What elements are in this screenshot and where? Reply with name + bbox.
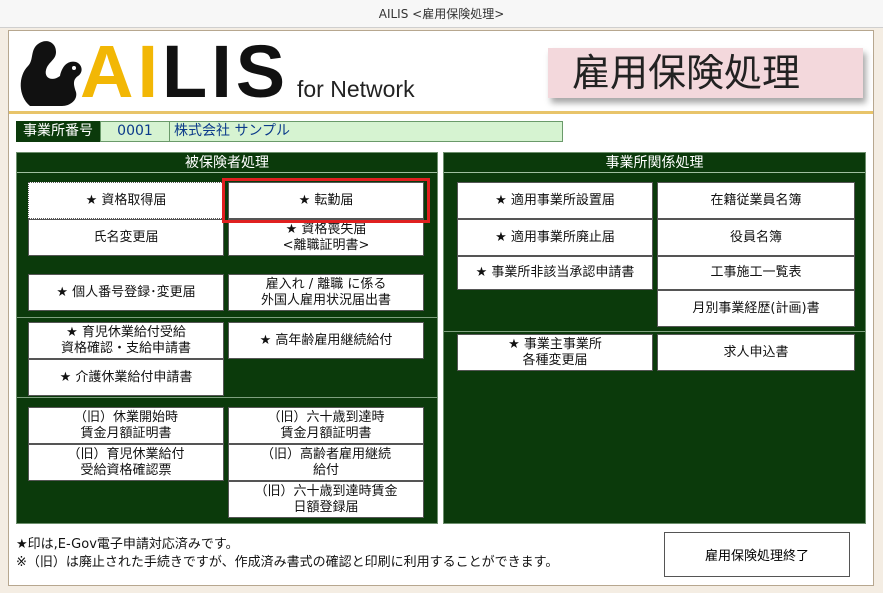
note-legacy: ※（旧）は廃止された手続きですが、作成済み書式の確認と印刷に利用することができま… bbox=[16, 555, 559, 570]
logo-subtitle: for Network bbox=[297, 76, 415, 102]
panel-divider bbox=[444, 331, 865, 332]
window-title: AILIS <雇用保険処理> bbox=[0, 0, 883, 28]
note-egov: ★印は,E-Gov電子申請対応済みです。 bbox=[16, 537, 239, 552]
qualification-acquisition-button[interactable]: ★ 資格取得届 bbox=[28, 182, 224, 219]
elderly-employment-benefit-button[interactable]: ★ 高年齢雇用継続給付 bbox=[228, 322, 424, 359]
logo-wordmark: AILIS bbox=[80, 30, 290, 113]
old-childcare-eligibility-button[interactable]: （旧）育児休業給付 受給資格確認票 bbox=[28, 444, 224, 481]
foreign-employment-report-button[interactable]: 雇入れ / 離職 に係る 外国人雇用状況届出書 bbox=[228, 274, 424, 311]
employer-office-change-button[interactable]: ★ 事業主事業所 各種変更届 bbox=[457, 334, 653, 371]
office-number-label: 事業所番号 bbox=[16, 121, 100, 142]
office-info: 事業所番号 0001 株式会社 サンプル bbox=[16, 121, 563, 142]
header-divider bbox=[9, 111, 873, 114]
construction-list-button[interactable]: 工事施工一覧表 bbox=[657, 256, 855, 290]
office-abolition-button[interactable]: ★ 適用事業所廃止届 bbox=[457, 219, 653, 256]
selection-highlight bbox=[222, 178, 430, 223]
monthly-business-history-button[interactable]: 月別事業経歴(計画)書 bbox=[657, 290, 855, 327]
insured-panel-title: 被保険者処理 bbox=[17, 153, 437, 173]
nursing-leave-benefit-button[interactable]: ★ 介護休業給付申請書 bbox=[28, 359, 224, 396]
name-change-button[interactable]: 氏名変更届 bbox=[28, 219, 224, 256]
old-age60-wage-certificate-button[interactable]: （旧）六十歳到達時 賃金月額証明書 bbox=[228, 407, 424, 444]
old-leave-wage-certificate-button[interactable]: （旧）休業開始時 賃金月額証明書 bbox=[28, 407, 224, 444]
panel-divider bbox=[17, 397, 437, 398]
page-title: 雇用保険処理 bbox=[548, 48, 863, 98]
office-number-value: 0001 bbox=[100, 121, 170, 142]
childcare-leave-benefit-button[interactable]: ★ 育児休業給付受給 資格確認・支給申請書 bbox=[28, 322, 224, 359]
qualification-loss-button[interactable]: ★ 資格喪失届 <離職証明書> bbox=[228, 219, 424, 256]
non-applicable-approval-button[interactable]: ★ 事業所非該当承認申請書 bbox=[457, 256, 653, 290]
panel-divider bbox=[17, 317, 437, 318]
employee-roster-button[interactable]: 在籍従業員名簿 bbox=[657, 182, 855, 219]
squirrel-icon bbox=[20, 41, 82, 106]
job-offer-application-button[interactable]: 求人申込書 bbox=[657, 334, 855, 371]
office-establishment-button[interactable]: ★ 適用事業所設置届 bbox=[457, 182, 653, 219]
old-age60-daily-wage-button[interactable]: （旧）六十歳到達時賃金 日額登録届 bbox=[228, 481, 424, 518]
footer-notes: ★印は,E-Gov電子申請対応済みです。 ※（旧）は廃止された手続きですが、作成… bbox=[16, 536, 558, 572]
my-number-registration-button[interactable]: ★ 個人番号登録･変更届 bbox=[28, 274, 224, 311]
office-panel-title: 事業所関係処理 bbox=[444, 153, 865, 173]
old-elderly-benefit-button[interactable]: （旧）高齢者雇用継続 給付 bbox=[228, 444, 424, 481]
end-processing-button[interactable]: 雇用保険処理終了 bbox=[664, 532, 850, 577]
app-logo: AILIS for Network bbox=[16, 32, 436, 112]
office-name-value: 株式会社 サンプル bbox=[170, 121, 563, 142]
officer-roster-button[interactable]: 役員名簿 bbox=[657, 219, 855, 256]
